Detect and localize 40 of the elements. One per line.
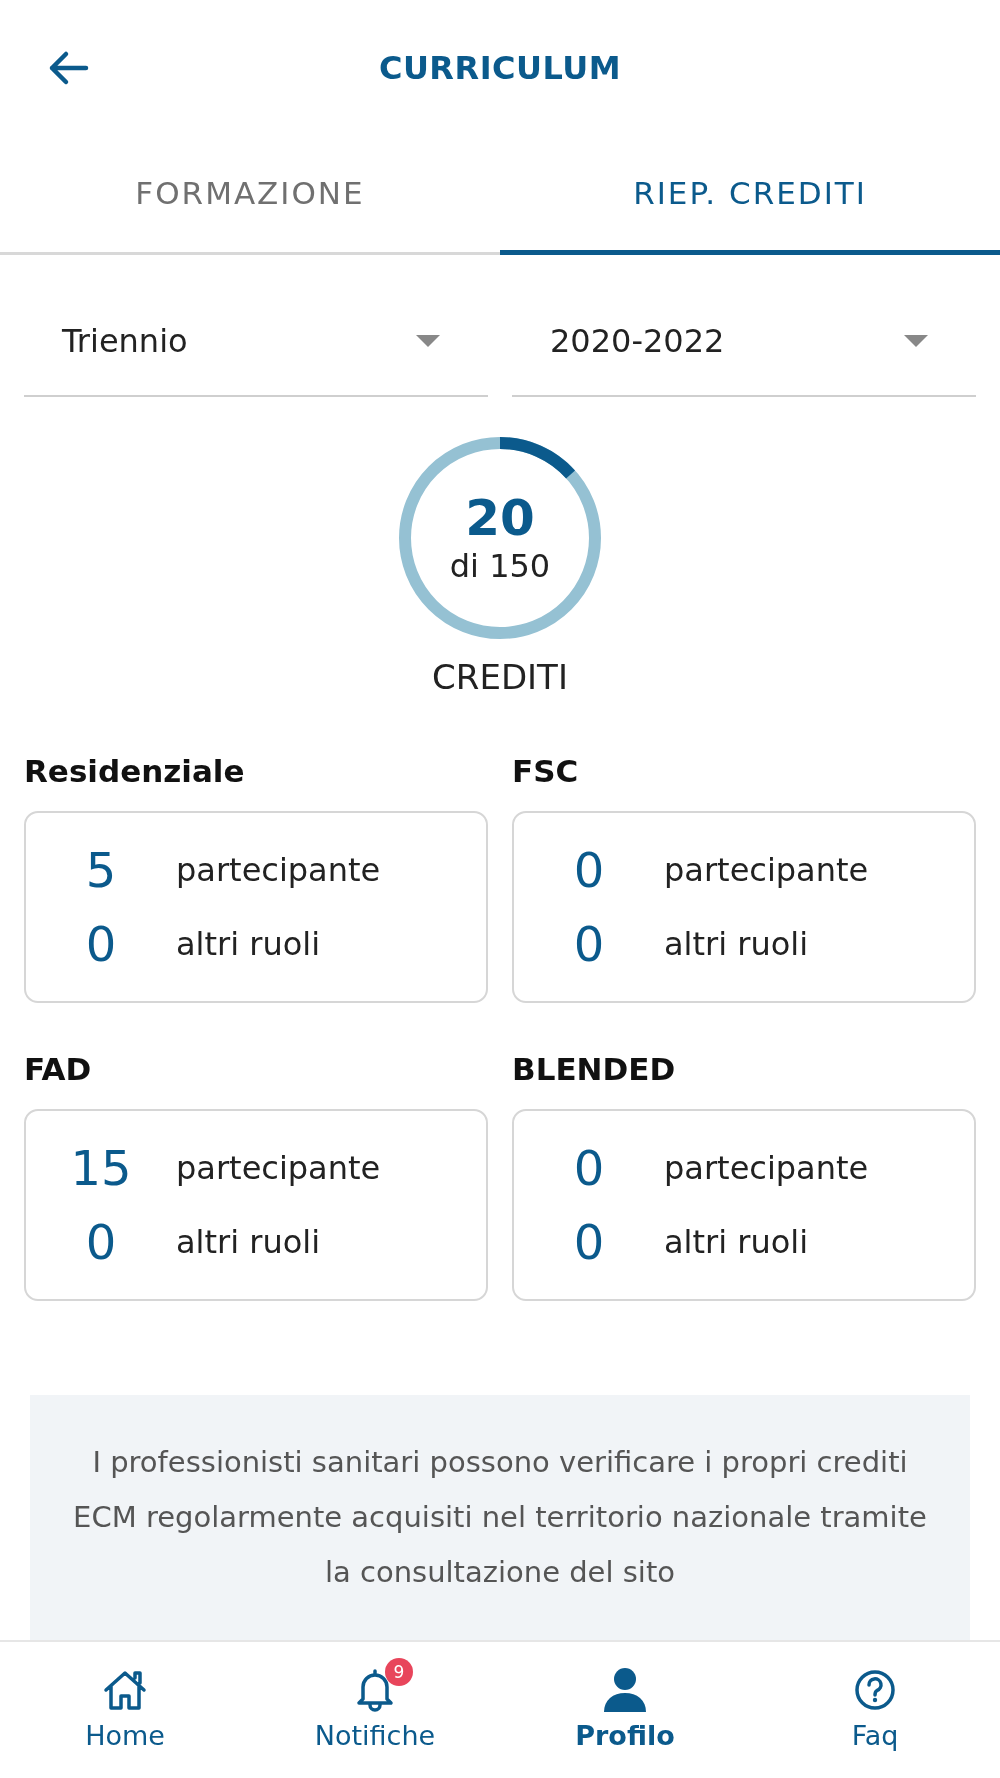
caret-icon [416, 335, 440, 347]
info-text: I professionisti sanitari possono verificare i propri crediti ECM regolarmente acquisiti nel territorio nazionale tramite la consultazione del sito [72, 1444, 928, 1591]
credit-count: 5 [84, 841, 118, 899]
credit-role: altri ruoli [176, 925, 321, 963]
credit-count: 15 [69, 1139, 133, 1197]
credit-count: 0 [572, 1213, 606, 1271]
bell-icon [355, 1667, 395, 1713]
credit-count: 0 [572, 1139, 606, 1197]
credit-role: altri ruoli [664, 1223, 809, 1261]
caret-icon [904, 335, 928, 347]
nav-item[interactable]: 9 Notifiche [250, 1642, 500, 1778]
nav-item[interactable]: Faq [750, 1642, 1000, 1778]
credit-count: 0 [572, 841, 606, 899]
credit-role: altri ruoli [664, 925, 809, 963]
category-title: Residenziale [24, 753, 246, 789]
help-icon [854, 1669, 896, 1711]
dropdown[interactable]: 2020-2022 [512, 287, 976, 397]
credits-label: CREDITI [432, 657, 568, 697]
credits-value: 20 [465, 490, 535, 546]
category-title: BLENDED [512, 1051, 677, 1087]
nav-item[interactable]: Home [0, 1642, 250, 1778]
nav-item[interactable]: Profilo [500, 1642, 750, 1778]
credits-total: di 150 [449, 546, 551, 586]
screen-title: CURRICULUM [378, 49, 622, 87]
notification-badge: 9 [385, 1658, 413, 1686]
tab[interactable]: FORMAZIONE [0, 136, 500, 255]
credit-role: altri ruoli [176, 1223, 321, 1261]
dropdown[interactable]: Triennio [24, 287, 488, 397]
category-title: FAD [24, 1051, 93, 1087]
category-title: FSC [512, 753, 580, 789]
person-icon [602, 1667, 648, 1713]
credit-role: partecipante [176, 851, 381, 889]
home-icon [102, 1669, 148, 1711]
credit-count: 0 [572, 915, 606, 973]
credit-role: partecipante [176, 1149, 381, 1187]
tab[interactable]: RIEP. CREDITI [500, 136, 1000, 255]
credit-role: partecipante [664, 1149, 869, 1187]
credit-role: partecipante [664, 851, 869, 889]
credit-count: 0 [84, 1213, 118, 1271]
credit-count: 0 [84, 915, 118, 973]
